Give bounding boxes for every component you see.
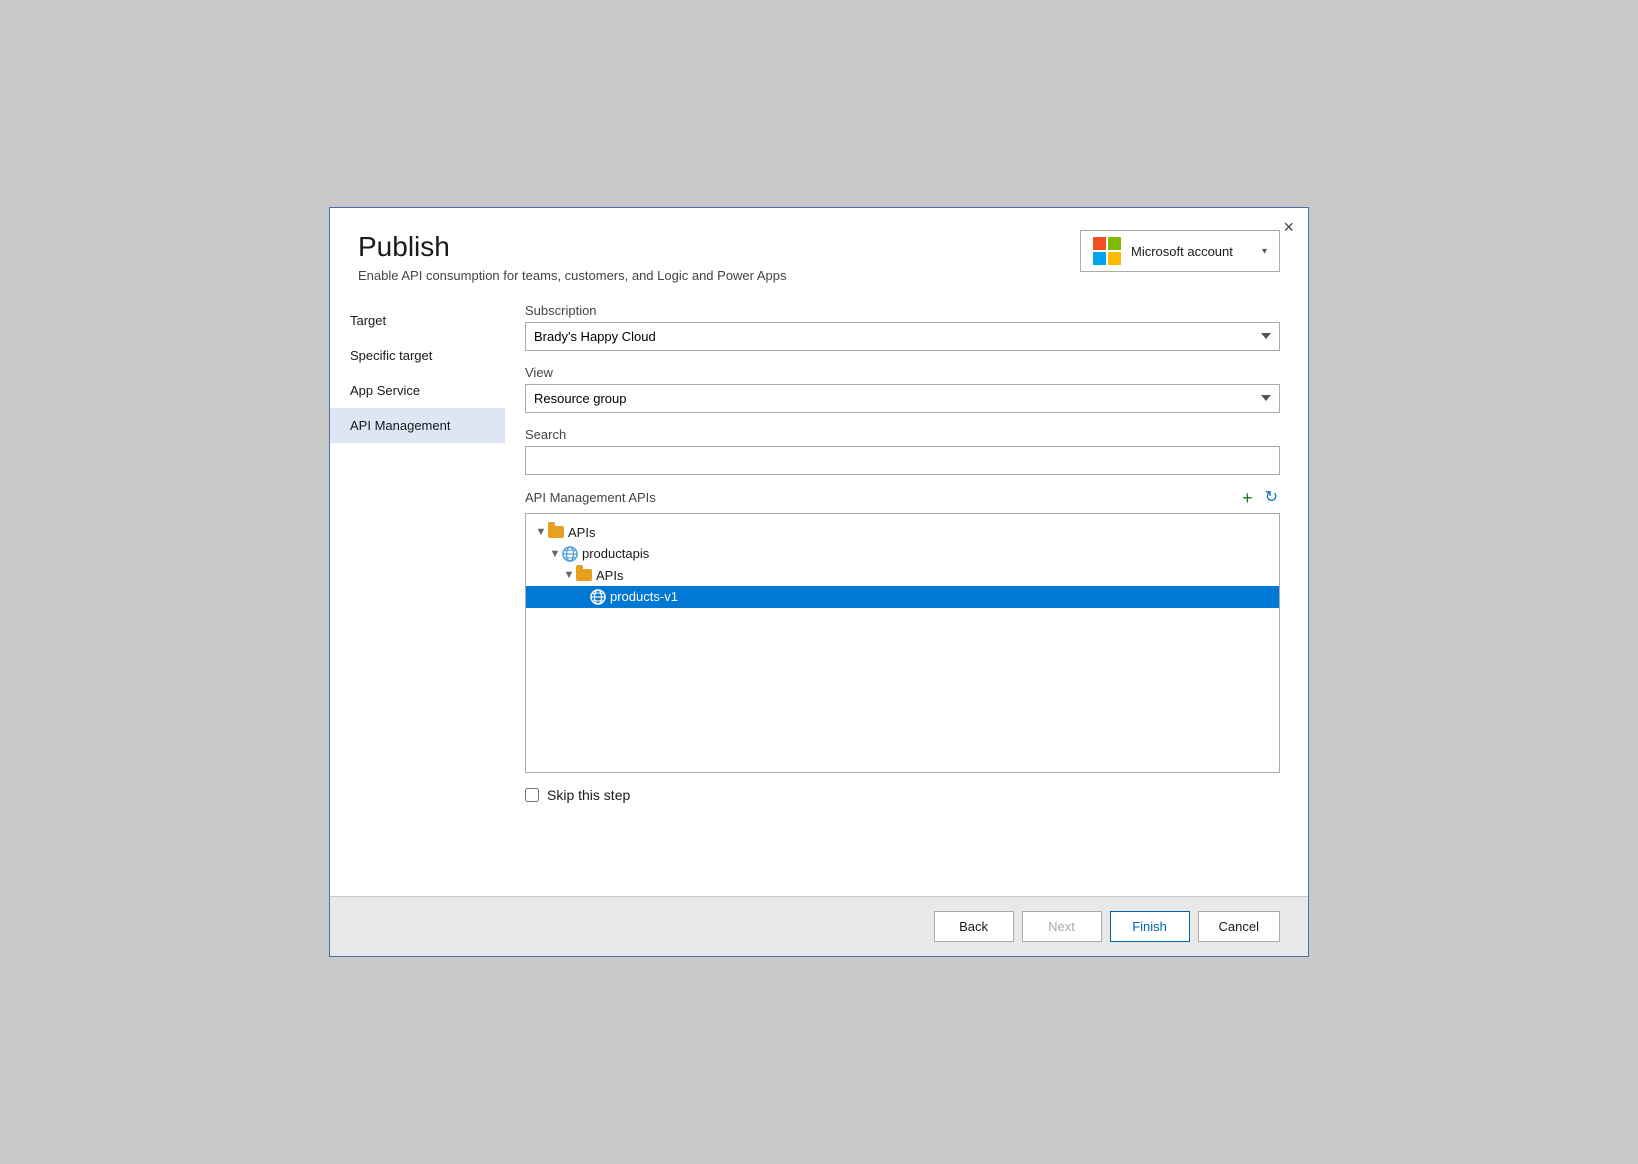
search-label: Search: [525, 427, 1280, 442]
sidebar-item-app-service[interactable]: App Service: [330, 373, 505, 408]
cloud-icon-productapis: [562, 546, 578, 562]
dialog-header: Publish Enable API consumption for teams…: [330, 208, 1308, 293]
subscription-label: Subscription: [525, 303, 1280, 318]
folder-icon-inner-apis: [576, 569, 592, 581]
publish-dialog: × Publish Enable API consumption for tea…: [329, 207, 1309, 957]
tree-node-products-v1[interactable]: products-v1: [526, 586, 1279, 608]
dialog-body: Target Specific target App Service API M…: [330, 293, 1308, 896]
api-icon-products-v1: [590, 589, 606, 605]
folder-icon-root-apis: [548, 526, 564, 538]
sidebar-item-specific-target[interactable]: Specific target: [330, 338, 505, 373]
add-api-button[interactable]: +: [1240, 489, 1255, 507]
title-area: Publish Enable API consumption for teams…: [358, 230, 787, 283]
refresh-button[interactable]: ↻: [1263, 490, 1280, 506]
sidebar-item-api-management[interactable]: API Management: [330, 408, 505, 443]
account-selector[interactable]: Microsoft account ▾: [1080, 230, 1280, 272]
tree-node-root-apis[interactable]: ▼ APIs: [526, 522, 1279, 543]
microsoft-logo: [1093, 237, 1121, 265]
ms-logo-green: [1108, 237, 1121, 250]
ms-logo-yellow: [1108, 252, 1121, 265]
dialog-footer: Back Next Finish Cancel: [330, 896, 1308, 956]
subscription-group: Subscription Brady's Happy Cloud: [525, 303, 1280, 351]
search-group: Search: [525, 427, 1280, 475]
ms-logo-red: [1093, 237, 1106, 250]
view-group: View Resource group: [525, 365, 1280, 413]
ms-logo-blue: [1093, 252, 1106, 265]
subscription-select[interactable]: Brady's Happy Cloud: [525, 322, 1280, 351]
api-tree: ▼ APIs ▼: [525, 513, 1280, 773]
next-button[interactable]: Next: [1022, 911, 1102, 942]
cancel-button[interactable]: Cancel: [1198, 911, 1280, 942]
view-select[interactable]: Resource group: [525, 384, 1280, 413]
tree-arrow-inner-apis: ▼: [562, 569, 576, 581]
sidebar: Target Specific target App Service API M…: [330, 293, 505, 896]
account-label: Microsoft account: [1131, 244, 1252, 259]
close-button[interactable]: ×: [1283, 218, 1294, 236]
skip-area: Skip this step: [525, 787, 1280, 803]
api-actions: + ↻: [1240, 489, 1280, 507]
dialog-subtitle: Enable API consumption for teams, custom…: [358, 268, 787, 283]
dialog-title: Publish: [358, 230, 787, 264]
tree-arrow-productapis: ▼: [548, 548, 562, 560]
main-content: Subscription Brady's Happy Cloud View Re…: [505, 293, 1308, 896]
sidebar-item-target[interactable]: Target: [330, 303, 505, 338]
tree-label-root-apis: APIs: [568, 525, 595, 540]
finish-button[interactable]: Finish: [1110, 911, 1190, 942]
view-label: View: [525, 365, 1280, 380]
account-dropdown-arrow: ▾: [1262, 246, 1267, 257]
search-input[interactable]: [525, 446, 1280, 475]
tree-arrow-root-apis: ▼: [534, 526, 548, 538]
tree-label-productapis: productapis: [582, 546, 649, 561]
api-section-title: API Management APIs: [525, 490, 656, 505]
api-section-header: API Management APIs + ↻: [525, 489, 1280, 507]
tree-node-productapis[interactable]: ▼ productapis: [526, 543, 1279, 565]
skip-checkbox[interactable]: [525, 788, 539, 802]
tree-label-products-v1: products-v1: [610, 589, 678, 604]
back-button[interactable]: Back: [934, 911, 1014, 942]
tree-label-inner-apis: APIs: [596, 568, 623, 583]
tree-node-inner-apis[interactable]: ▼ APIs: [526, 565, 1279, 586]
skip-label: Skip this step: [547, 787, 630, 803]
